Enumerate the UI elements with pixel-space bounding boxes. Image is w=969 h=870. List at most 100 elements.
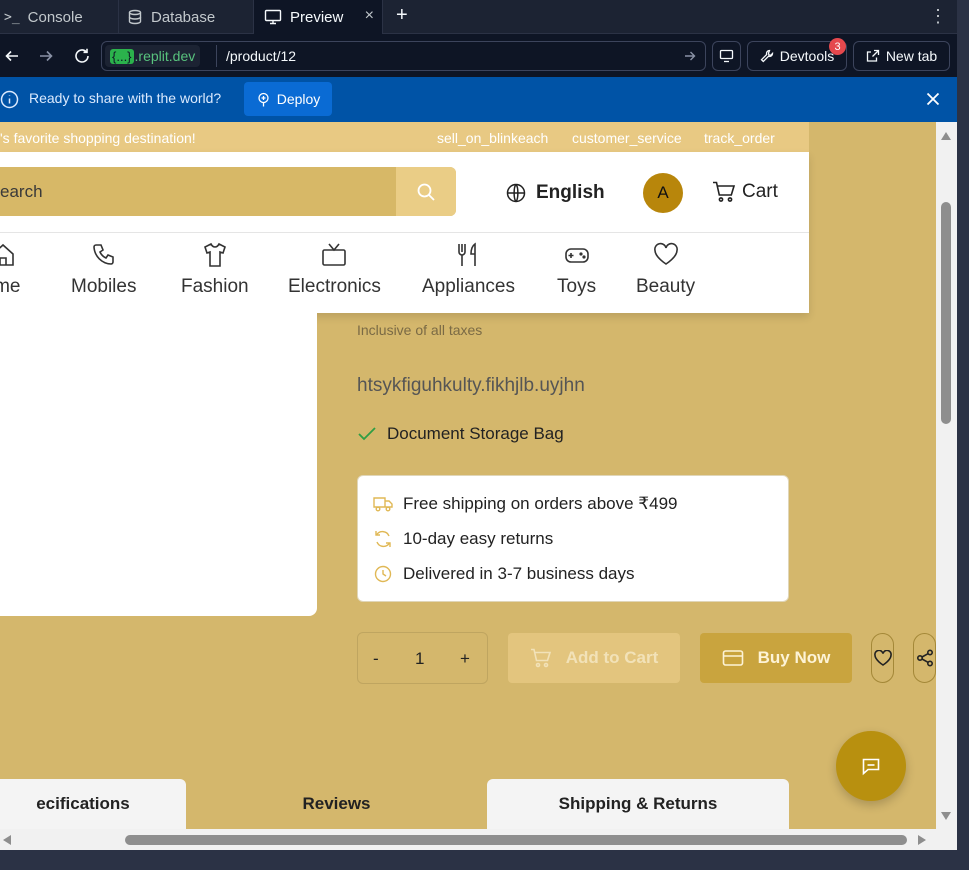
search-icon [417, 183, 435, 201]
globe-icon [506, 183, 526, 203]
add-tab-button[interactable]: + [396, 4, 408, 27]
category-label: Toys [557, 276, 597, 297]
category-electronics[interactable]: Electronics [288, 242, 381, 298]
database-icon [128, 9, 142, 25]
tab-preview[interactable]: Preview × [254, 0, 382, 34]
ide-tab-bar: >_ Console Database Preview × + ⋮ [0, 0, 957, 34]
category-fashion[interactable]: Fashion [181, 242, 249, 298]
returns-info: 10-day easy returns [373, 529, 553, 549]
message-icon [862, 758, 880, 776]
cart-button[interactable]: Cart [712, 181, 778, 203]
horizontal-scroll-thumb[interactable] [125, 835, 907, 845]
store-header: earch English A Cart ome Mobiles [0, 152, 809, 313]
deploy-banner: Ready to share with the world? Deploy [0, 77, 957, 122]
search-bar: earch [0, 167, 456, 216]
avatar[interactable]: A [643, 173, 683, 213]
share-button[interactable] [913, 633, 936, 683]
device-preview-button[interactable] [712, 41, 741, 71]
browser-frame: >_ Console Database Preview × + ⋮ {...} … [0, 0, 957, 850]
category-beauty[interactable]: Beauty [636, 242, 695, 298]
tab-shipping-returns[interactable]: Shipping & Returns [487, 779, 789, 829]
truck-icon [373, 497, 393, 512]
tab-specifications[interactable]: ecifications [0, 779, 186, 829]
credit-card-icon [722, 650, 743, 666]
language-selector[interactable]: English [506, 182, 605, 204]
product-image-card [0, 292, 317, 616]
shipping-info-text: Free shipping on orders above ₹499 [403, 494, 678, 513]
wishlist-button[interactable] [871, 633, 894, 683]
refresh-icon[interactable] [72, 46, 92, 66]
vertical-scroll-thumb[interactable] [941, 202, 951, 424]
device-icon [719, 49, 734, 63]
search-button[interactable] [396, 167, 456, 216]
category-mobiles[interactable]: Mobiles [71, 242, 136, 298]
category-label: Beauty [636, 276, 696, 297]
utensils-icon [458, 242, 477, 266]
clock-icon [374, 565, 392, 583]
url-host-domain: .replit.dev [134, 48, 196, 64]
url-input[interactable]: {...} .replit.dev /product/12 [101, 41, 706, 71]
product-feature: Document Storage Bag [357, 424, 564, 444]
quantity-minus-button[interactable]: - [373, 649, 379, 669]
tab-console[interactable]: >_ Console [4, 0, 116, 34]
wrench-icon [760, 49, 773, 63]
tagline-text: 's favorite shopping destination! [0, 130, 196, 146]
back-icon[interactable] [2, 46, 22, 66]
language-label: English [536, 182, 605, 203]
devtools-button[interactable]: Devtools 3 [747, 38, 847, 71]
tab-reviews[interactable]: Reviews [186, 779, 487, 829]
url-bar: {...} .replit.dev /product/12 Devtools 3… [0, 36, 957, 76]
scroll-left-icon[interactable] [2, 834, 12, 846]
new-tab-button[interactable]: New tab [853, 41, 950, 71]
buy-now-button[interactable]: Buy Now [700, 633, 852, 683]
banner-text: Ready to share with the world? [29, 90, 222, 106]
window-edge-right [957, 0, 969, 870]
share-icon [916, 649, 933, 667]
track-order-link[interactable]: track_order [704, 130, 775, 146]
horizontal-scrollbar[interactable] [0, 829, 957, 850]
gamepad-icon [564, 248, 589, 263]
refresh-cw-icon [375, 530, 391, 548]
quantity-plus-button[interactable]: + [460, 649, 470, 669]
go-arrow-icon[interactable] [683, 49, 697, 63]
new-tab-label: New tab [885, 48, 938, 64]
phone-icon [92, 244, 114, 265]
scroll-up-icon[interactable] [940, 131, 952, 141]
home-icon [0, 243, 14, 266]
chat-button[interactable] [836, 731, 906, 801]
scroll-right-icon[interactable] [917, 834, 927, 846]
check-icon [358, 427, 376, 441]
category-home[interactable]: ome [0, 242, 24, 298]
deploy-icon [258, 92, 269, 106]
close-icon[interactable]: × [365, 7, 374, 25]
more-menu-icon[interactable]: ⋮ [929, 6, 947, 27]
customer-service-link[interactable]: customer_service [572, 130, 682, 146]
category-toys[interactable]: Toys [557, 242, 596, 298]
window-edge-bottom [0, 850, 969, 870]
avatar-initial: A [657, 183, 669, 202]
deploy-button[interactable]: Deploy [244, 82, 332, 116]
heart-icon [653, 242, 678, 265]
add-to-cart-button[interactable]: Add to Cart [508, 633, 680, 683]
tab-database-label: Database [151, 8, 216, 26]
returns-info-text: 10-day easy returns [403, 529, 554, 548]
feature-label: Document Storage Bag [387, 424, 564, 443]
cart-icon [713, 181, 736, 202]
cart-label: Cart [742, 181, 778, 202]
product-description: htsykfiguhkulty.fikhjlb.uyjhn [357, 375, 585, 396]
forward-icon[interactable] [36, 46, 56, 66]
close-banner-icon[interactable] [926, 92, 940, 106]
tab-reviews-label: Reviews [302, 794, 371, 813]
search-input[interactable]: earch [0, 182, 43, 202]
vertical-scrollbar[interactable] [936, 122, 957, 829]
category-appliances[interactable]: Appliances [422, 242, 515, 298]
url-host: {...} .replit.dev [105, 45, 201, 67]
sell-link[interactable]: sell_on_blinkeach [437, 130, 548, 146]
url-host-brace: {...} [110, 48, 134, 64]
tab-console-label: Console [27, 8, 83, 26]
preview-viewport: 's favorite shopping destination! sell_o… [0, 122, 936, 829]
scroll-down-icon[interactable] [940, 811, 952, 821]
tax-note: Inclusive of all taxes [357, 322, 483, 338]
deploy-label: Deploy [276, 91, 321, 107]
tab-database[interactable]: Database [127, 0, 252, 34]
